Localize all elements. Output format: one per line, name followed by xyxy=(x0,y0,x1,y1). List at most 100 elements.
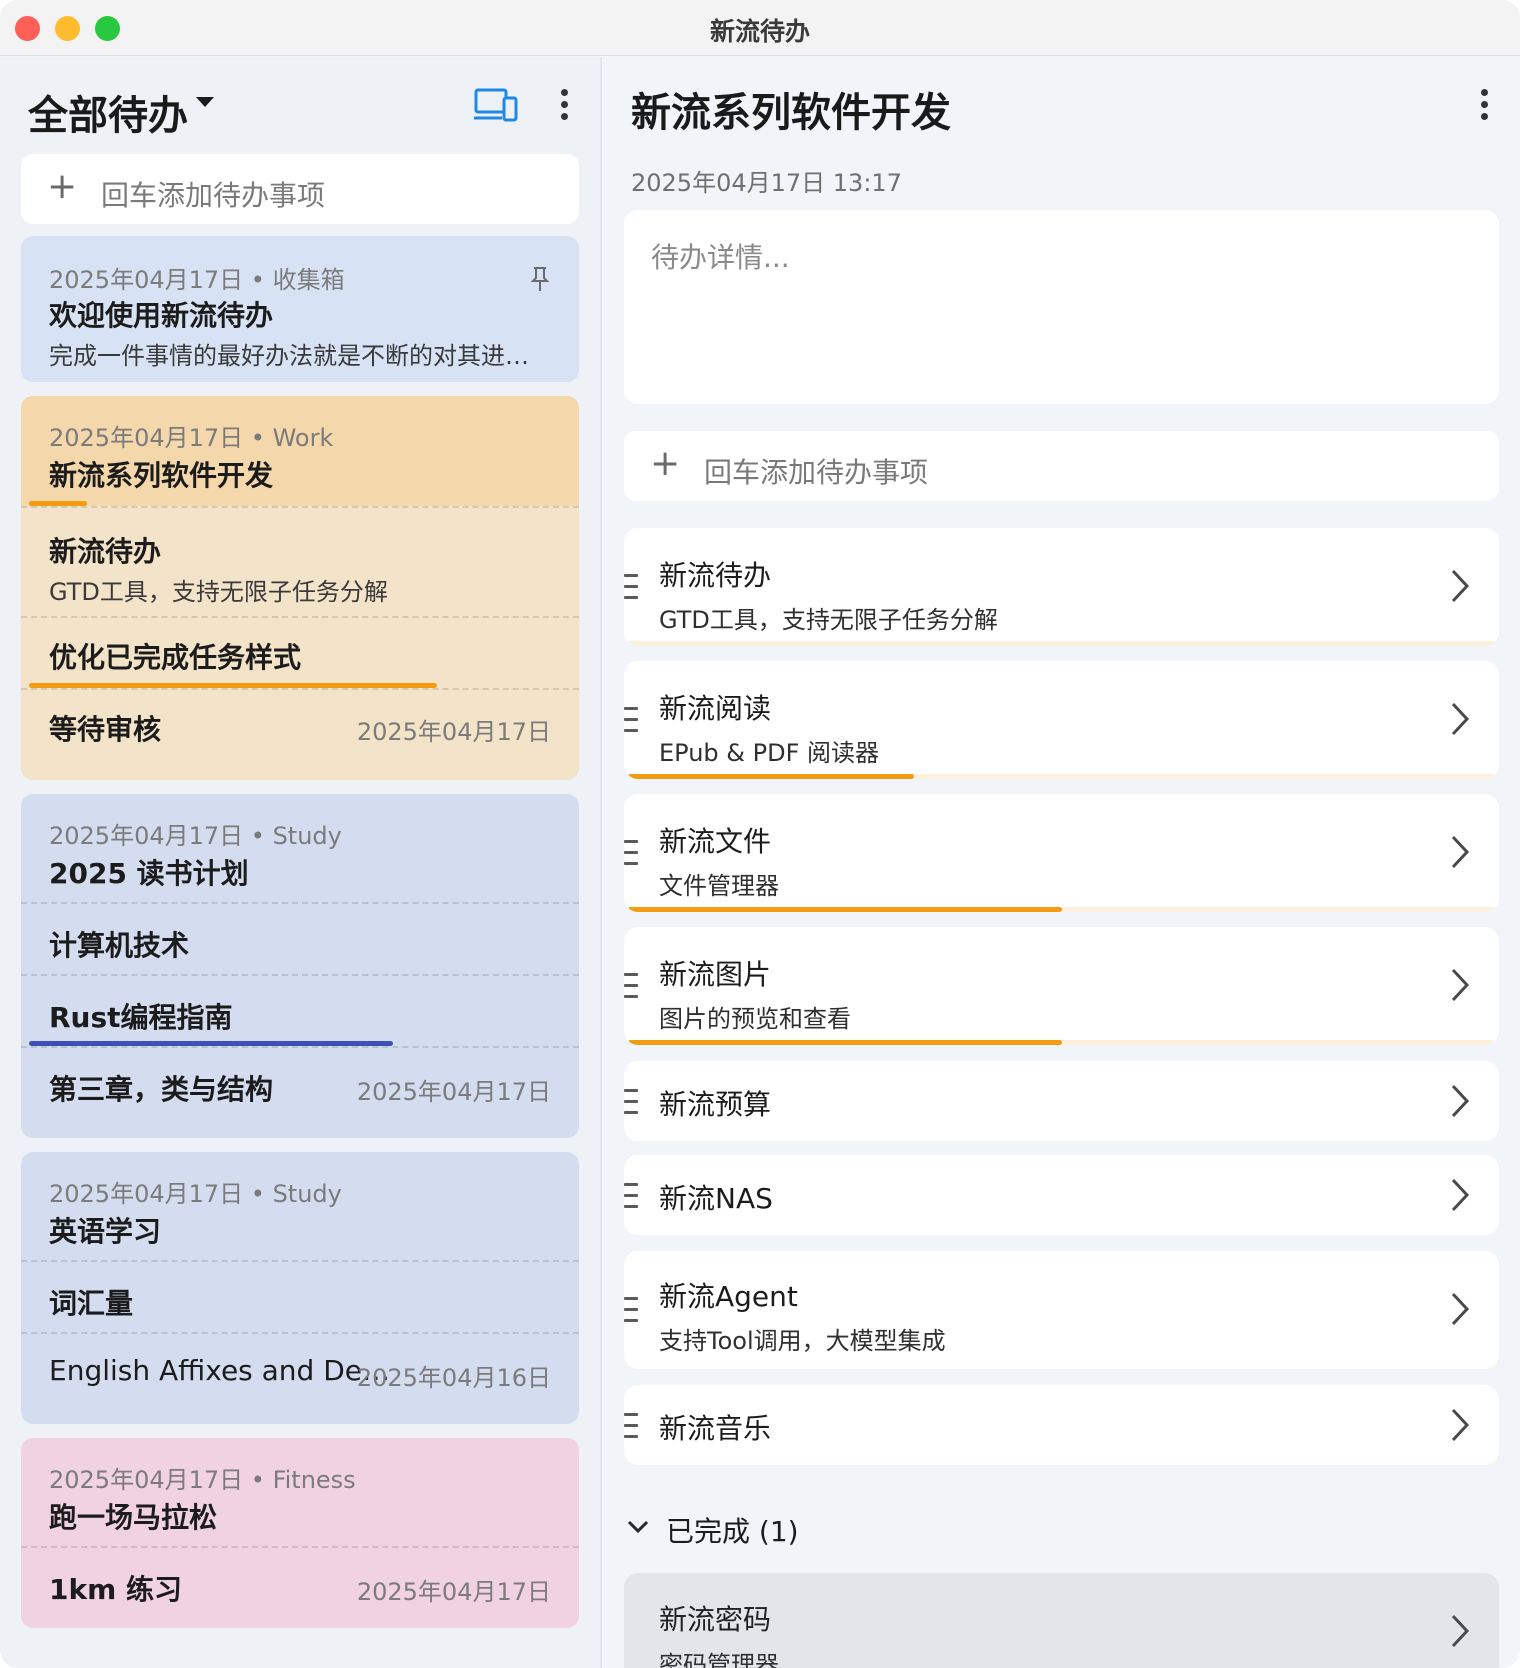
todo-group-work: 2025年04月17日 • Work 新流系列软件开发 新流待办 GTD工具，支… xyxy=(21,396,579,780)
progress-track xyxy=(628,641,1495,646)
subtask-card[interactable]: 新流音乐 xyxy=(624,1385,1499,1465)
subtask-subtitle: 文件管理器 xyxy=(659,872,779,900)
todo-item[interactable]: 新流待办 GTD工具，支持无限子任务分解 xyxy=(21,506,579,616)
subtask-card[interactable]: 新流NAS xyxy=(624,1155,1499,1235)
todo-item[interactable]: 2025年04月17日 • 收集箱 欢迎使用新流待办 完成一件事情的最好办法就是… xyxy=(21,236,579,382)
progress-fill xyxy=(628,1040,1062,1045)
todo-title: 词汇量 xyxy=(49,1287,134,1320)
detail-title[interactable]: 新流系列软件开发 xyxy=(631,80,951,138)
chevron-down-icon[interactable] xyxy=(626,1518,650,1536)
pane-divider[interactable] xyxy=(600,57,602,1668)
drag-handle-icon[interactable] xyxy=(624,973,640,999)
todo-item[interactable]: 2025年04月17日 • Study 2025 读书计划 xyxy=(21,794,579,902)
todo-title: English Affixes and De… xyxy=(49,1354,391,1387)
completed-subtask-card[interactable]: 新流密码 密码管理器 xyxy=(624,1573,1499,1668)
drag-handle-icon[interactable] xyxy=(624,1183,640,1209)
subtask-title: 新流NAS xyxy=(659,1182,773,1215)
todo-item[interactable]: 2025年04月17日 • Fitness 跑一场马拉松 xyxy=(21,1438,579,1546)
caret-down-icon[interactable] xyxy=(196,97,214,107)
todo-item[interactable]: 词汇量 xyxy=(21,1260,579,1332)
details-placeholder: 待办详情... xyxy=(651,241,790,274)
chevron-right-icon[interactable] xyxy=(1447,1083,1473,1119)
subtask-subtitle: 图片的预览和查看 xyxy=(659,1005,851,1033)
todo-group-inbox: 2025年04月17日 • 收集箱 欢迎使用新流待办 完成一件事情的最好办法就是… xyxy=(21,236,579,382)
todo-meta: 2025年04月17日 • Study xyxy=(49,1180,342,1208)
drag-handle-icon[interactable] xyxy=(624,1089,640,1115)
more-vertical-icon[interactable] xyxy=(560,89,568,123)
todo-item[interactable]: 计算机技术 xyxy=(21,902,579,974)
todo-date: 2025年04月16日 xyxy=(356,1364,551,1392)
app-window: 新流待办 全部待办 + 回车添加待办事项 2025年04月17日 • 收集箱 欢… xyxy=(0,0,1520,1668)
chevron-right-icon[interactable] xyxy=(1447,1613,1473,1649)
todo-item[interactable]: 2025年04月17日 • Study 英语学习 xyxy=(21,1152,579,1260)
subtask-title: 新流待办 xyxy=(659,559,772,592)
subtask-title: 新流阅读 xyxy=(659,692,772,725)
progress-track xyxy=(628,774,1495,779)
todo-details-textarea[interactable]: 待办详情... xyxy=(624,210,1499,404)
todo-item[interactable]: English Affixes and De… 2025年04月16日 xyxy=(21,1332,579,1424)
todo-date: 2025年04月17日 xyxy=(356,718,551,746)
todo-title: Rust编程指南 xyxy=(49,1001,233,1034)
add-todo-input[interactable]: + 回车添加待办事项 xyxy=(21,154,579,224)
more-vertical-icon[interactable] xyxy=(1480,89,1488,123)
detail-date: 2025年04月17日 13:17 xyxy=(631,169,902,197)
chevron-right-icon[interactable] xyxy=(1447,967,1473,1003)
todo-date: 2025年04月17日 xyxy=(356,1078,551,1106)
todo-title: 欢迎使用新流待办 xyxy=(49,299,274,332)
todo-meta: 2025年04月17日 • Work xyxy=(49,424,334,452)
subtask-title: 新流音乐 xyxy=(659,1412,772,1445)
add-subtask-placeholder: 回车添加待办事项 xyxy=(704,456,929,489)
todo-list-pane: 全部待办 + 回车添加待办事项 2025年04月17日 • 收集箱 欢迎使用新流… xyxy=(0,57,600,1668)
todo-item[interactable]: 2025年04月17日 • Work 新流系列软件开发 xyxy=(21,396,579,506)
drag-handle-icon[interactable] xyxy=(624,840,640,866)
subtask-subtitle: EPub & PDF 阅读器 xyxy=(659,739,880,767)
todo-title: 等待审核 xyxy=(49,713,162,746)
subtask-card[interactable]: 新流阅读 EPub & PDF 阅读器 xyxy=(624,661,1499,779)
chevron-right-icon[interactable] xyxy=(1447,1177,1473,1213)
drag-handle-icon[interactable] xyxy=(624,1413,640,1439)
chevron-right-icon[interactable] xyxy=(1447,1291,1473,1327)
subtask-card[interactable]: 新流预算 xyxy=(624,1061,1499,1141)
window-title: 新流待办 xyxy=(709,17,810,46)
todo-title: 新流系列软件开发 xyxy=(49,459,274,492)
subtask-card[interactable]: 新流文件 文件管理器 xyxy=(624,794,1499,912)
drag-handle-icon[interactable] xyxy=(624,707,640,733)
todo-subtitle: GTD工具，支持无限子任务分解 xyxy=(49,578,388,606)
pin-icon[interactable] xyxy=(531,266,549,292)
drag-handle-icon[interactable] xyxy=(624,574,640,600)
chevron-right-icon[interactable] xyxy=(1447,568,1473,604)
todo-meta: 2025年04月17日 • Study xyxy=(49,822,342,850)
plus-icon: + xyxy=(650,443,681,484)
progress-track xyxy=(628,907,1495,912)
todo-title: 新流待办 xyxy=(49,535,162,568)
todo-item[interactable]: 优化已完成任务样式 xyxy=(21,616,579,688)
todo-group-english: 2025年04月17日 • Study 英语学习 词汇量 English Aff… xyxy=(21,1152,579,1424)
todo-item[interactable]: 1km 练习 2025年04月17日 xyxy=(21,1546,579,1628)
todo-title: 第三章，类与结构 xyxy=(49,1073,274,1106)
devices-icon[interactable] xyxy=(474,86,518,124)
todo-group-fitness: 2025年04月17日 • Fitness 跑一场马拉松 1km 练习 2025… xyxy=(21,1438,579,1628)
chevron-right-icon[interactable] xyxy=(1447,834,1473,870)
subtask-subtitle: 密码管理器 xyxy=(659,1651,779,1668)
subtask-title: 新流图片 xyxy=(659,958,772,991)
todo-date: 2025年04月17日 xyxy=(356,1578,551,1606)
todo-item[interactable]: 第三章，类与结构 2025年04月17日 xyxy=(21,1046,579,1138)
todo-title: 英语学习 xyxy=(49,1215,162,1248)
subtask-subtitle: GTD工具，支持无限子任务分解 xyxy=(659,606,998,634)
drag-handle-icon[interactable] xyxy=(624,1297,640,1323)
add-subtask-input[interactable]: + 回车添加待办事项 xyxy=(624,431,1499,501)
todo-group-reading: 2025年04月17日 • Study 2025 读书计划 计算机技术 Rust… xyxy=(21,794,579,1138)
subtask-title: 新流预算 xyxy=(659,1088,772,1121)
chevron-right-icon[interactable] xyxy=(1447,1407,1473,1443)
todo-title: 跑一场马拉松 xyxy=(49,1501,218,1534)
todo-title: 1km 练习 xyxy=(49,1573,183,1606)
todo-item[interactable]: Rust编程指南 xyxy=(21,974,579,1046)
chevron-right-icon[interactable] xyxy=(1447,701,1473,737)
subtask-card[interactable]: 新流图片 图片的预览和查看 xyxy=(624,927,1499,1045)
subtask-card[interactable]: 新流Agent 支持Tool调用，大模型集成 xyxy=(624,1251,1499,1369)
subtask-card[interactable]: 新流待办 GTD工具，支持无限子任务分解 xyxy=(624,528,1499,646)
list-filter-title[interactable]: 全部待办 xyxy=(28,83,188,141)
add-todo-placeholder: 回车添加待办事项 xyxy=(101,179,326,212)
todo-item[interactable]: 等待审核 2025年04月17日 xyxy=(21,688,579,780)
subtask-title: 新流文件 xyxy=(659,825,772,858)
